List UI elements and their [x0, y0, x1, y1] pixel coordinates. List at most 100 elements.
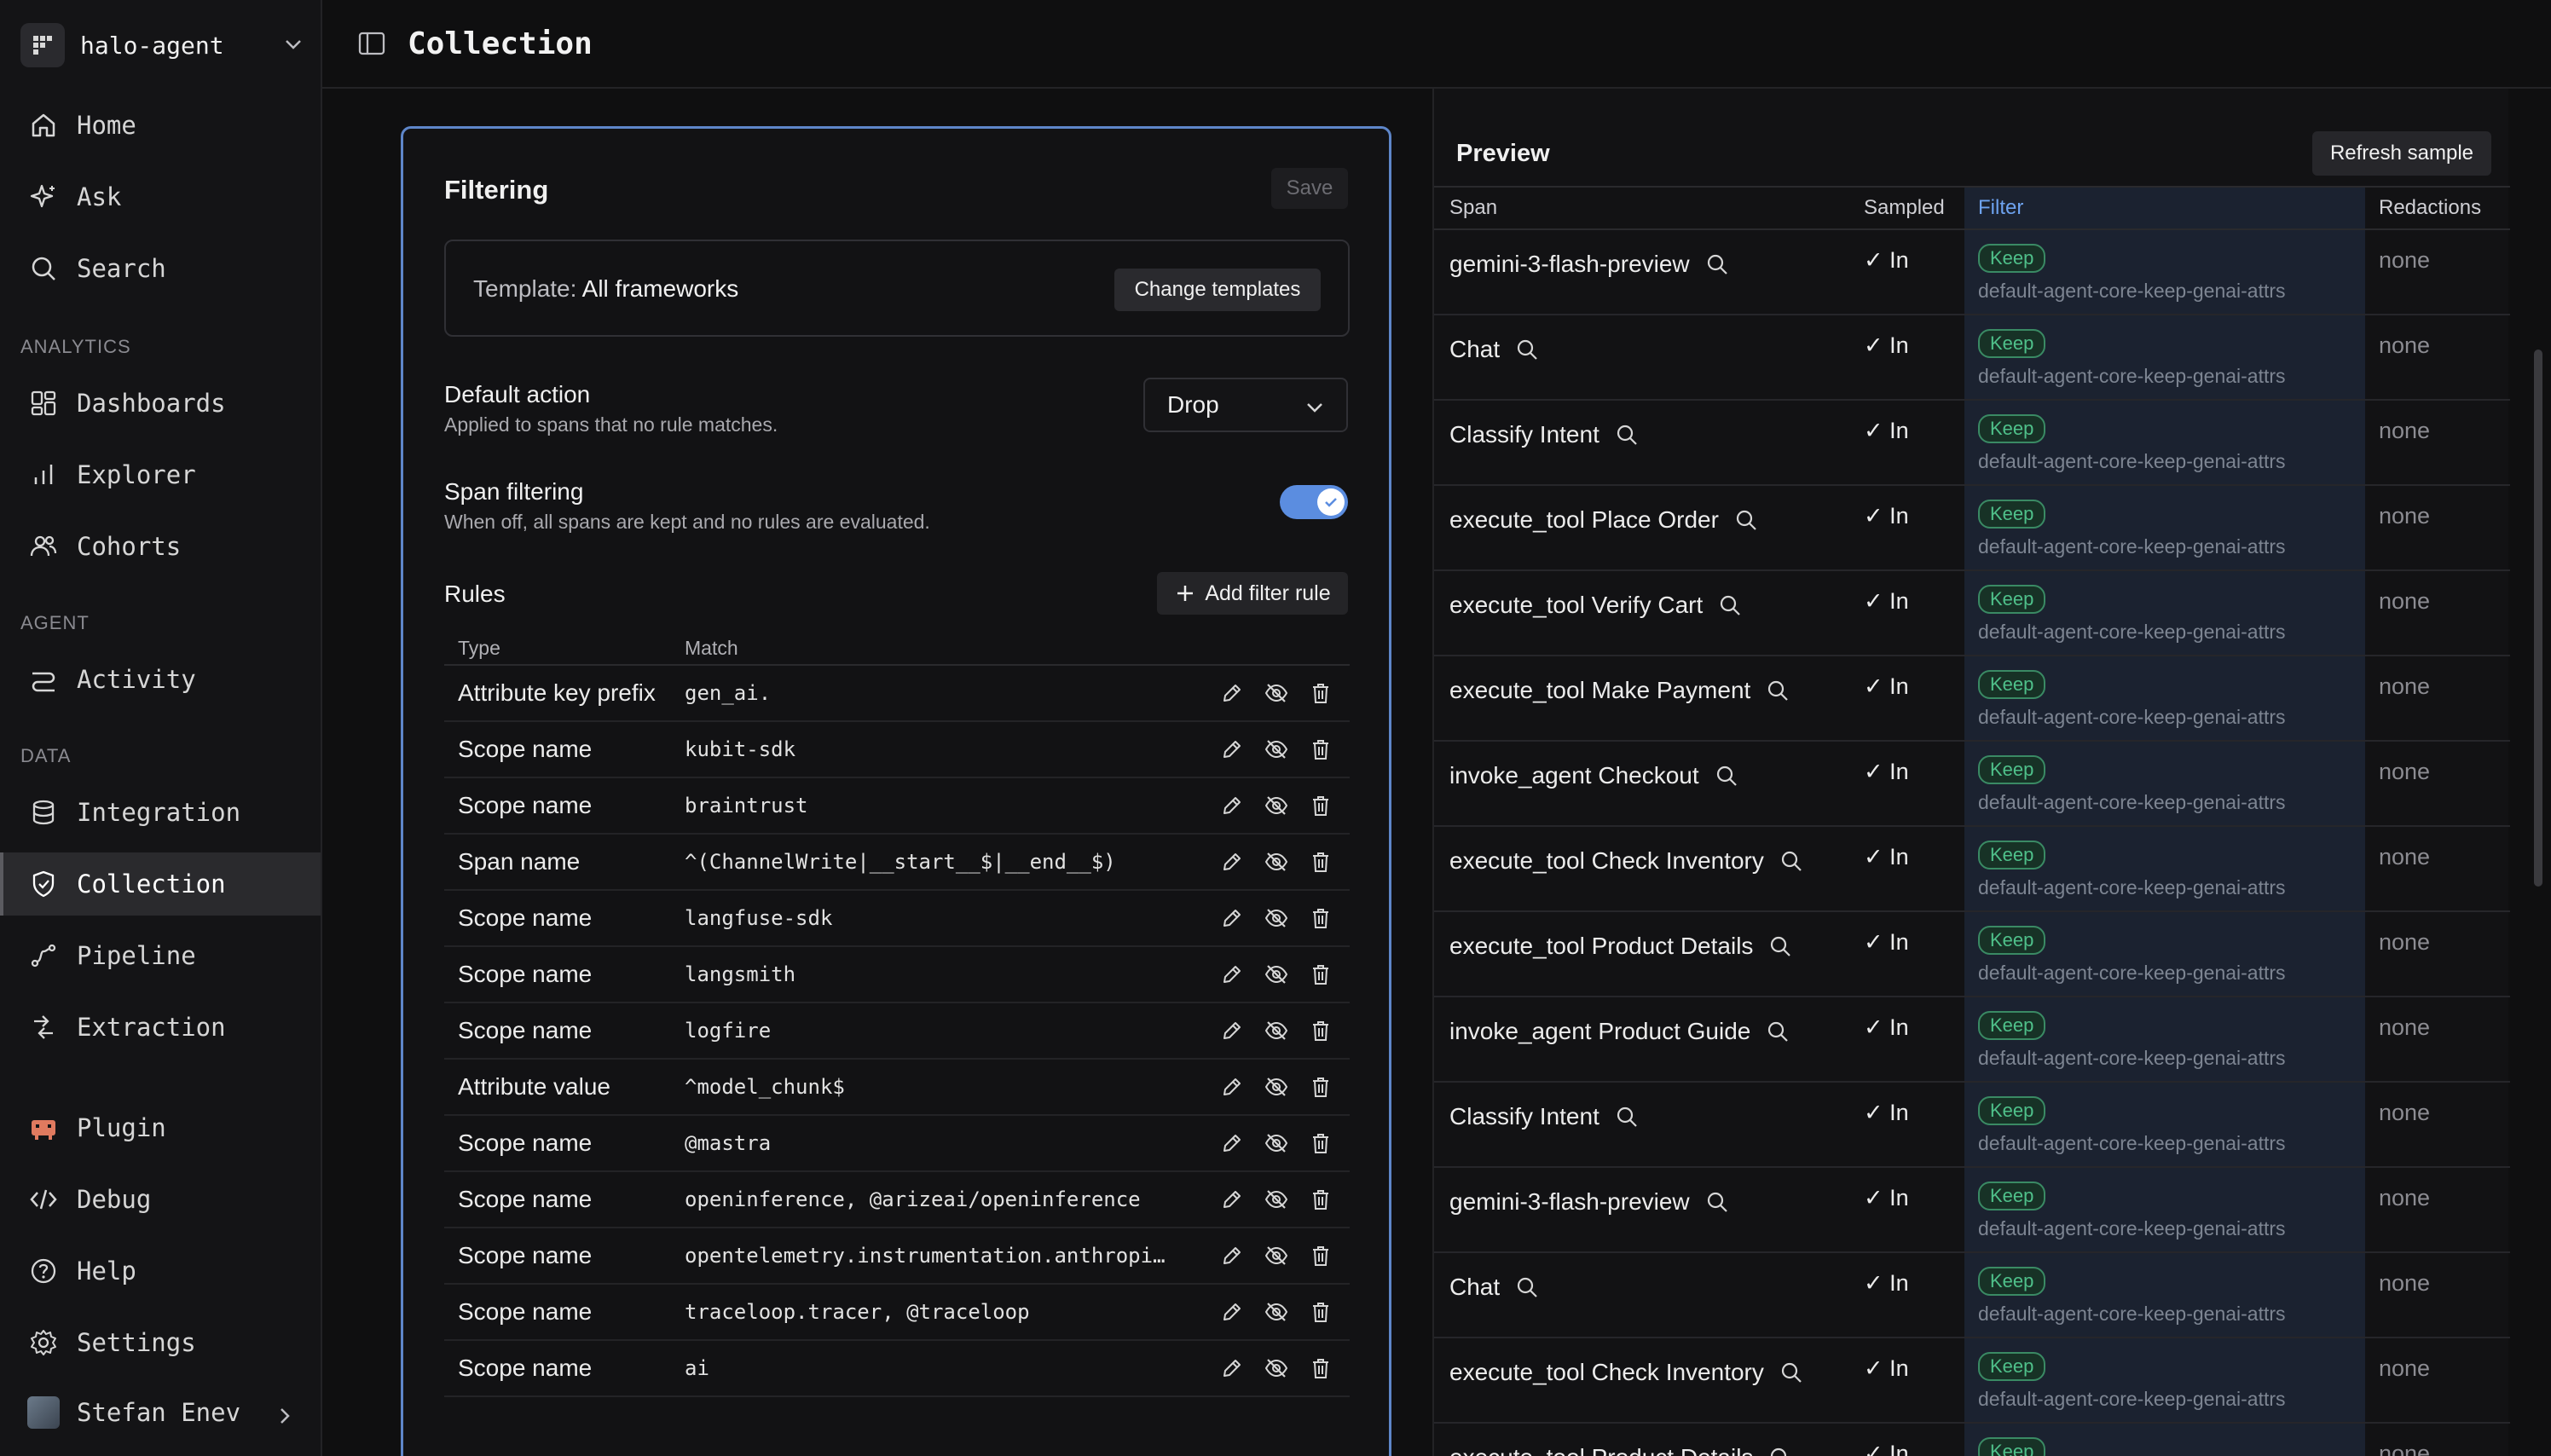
trash-icon[interactable]	[1307, 904, 1334, 932]
col-filter[interactable]: Filter	[1964, 196, 2365, 220]
eye-off-icon[interactable]	[1263, 848, 1290, 875]
span-filtering-toggle[interactable]	[1280, 485, 1348, 519]
scrollbar[interactable]	[2534, 350, 2542, 887]
nav-debug[interactable]: Debug	[0, 1168, 321, 1231]
pencil-icon[interactable]	[1218, 961, 1246, 988]
nav-help[interactable]: Help	[0, 1239, 321, 1303]
sidebar-toggle-icon[interactable]	[356, 28, 387, 59]
col-redactions[interactable]: Redactions	[2365, 196, 2510, 220]
table-row[interactable]: execute_tool Check Inventory ✓ In Keep d…	[1434, 827, 2510, 912]
pencil-icon[interactable]	[1218, 1017, 1246, 1044]
search-icon[interactable]	[1766, 1020, 1790, 1049]
search-icon[interactable]	[1779, 849, 1803, 879]
trash-icon[interactable]	[1307, 792, 1334, 819]
trash-icon[interactable]	[1307, 1130, 1334, 1157]
table-row[interactable]: invoke_agent Product Guide ✓ In Keep def…	[1434, 997, 2510, 1083]
pencil-icon[interactable]	[1218, 792, 1246, 819]
col-sampled[interactable]: Sampled	[1855, 196, 1964, 220]
trash-icon[interactable]	[1307, 1017, 1334, 1044]
nav-integration[interactable]: Integration	[0, 781, 321, 844]
search-icon[interactable]	[1715, 764, 1738, 794]
status-badge: Keep	[1978, 585, 2046, 614]
nav-activity[interactable]: Activity	[0, 648, 321, 711]
trash-icon[interactable]	[1307, 1073, 1334, 1101]
pencil-icon[interactable]	[1218, 1242, 1246, 1269]
trash-icon[interactable]	[1307, 679, 1334, 707]
nav-extraction[interactable]: Extraction	[0, 996, 321, 1059]
eye-off-icon[interactable]	[1263, 792, 1290, 819]
table-row[interactable]: execute_tool Product Details ✓ In Keep d…	[1434, 912, 2510, 997]
workspace-switcher[interactable]: halo-agent	[20, 19, 305, 72]
nav-cohorts[interactable]: Cohorts	[0, 515, 321, 578]
nav-plugin[interactable]: Plugin	[0, 1096, 321, 1159]
table-row[interactable]: Classify Intent ✓ In Keep default-agent-…	[1434, 1083, 2510, 1168]
nav-collection[interactable]: Collection	[0, 852, 321, 916]
trash-icon[interactable]	[1307, 1355, 1334, 1382]
pencil-icon[interactable]	[1218, 1355, 1246, 1382]
save-button[interactable]: Save	[1271, 168, 1348, 209]
table-row[interactable]: invoke_agent Checkout ✓ In Keep default-…	[1434, 742, 2510, 827]
table-row[interactable]: gemini-3-flash-preview ✓ In Keep default…	[1434, 1168, 2510, 1253]
nav-search[interactable]: Search	[0, 237, 321, 300]
trash-icon[interactable]	[1307, 1242, 1334, 1269]
search-icon[interactable]	[1779, 1361, 1803, 1390]
table-row[interactable]: gemini-3-flash-preview ✓ In Keep default…	[1434, 230, 2510, 315]
eye-off-icon[interactable]	[1263, 1186, 1290, 1213]
search-icon[interactable]	[1515, 338, 1539, 367]
eye-off-icon[interactable]	[1263, 1017, 1290, 1044]
trash-icon[interactable]	[1307, 961, 1334, 988]
eye-off-icon[interactable]	[1263, 904, 1290, 932]
trash-icon[interactable]	[1307, 848, 1334, 875]
search-icon[interactable]	[1705, 252, 1729, 282]
search-icon[interactable]	[1766, 679, 1790, 708]
eye-off-icon[interactable]	[1263, 1298, 1290, 1326]
table-row[interactable]: execute_tool Make Payment ✓ In Keep defa…	[1434, 656, 2510, 742]
nav-dashboards[interactable]: Dashboards	[0, 372, 321, 435]
search-icon[interactable]	[1768, 1446, 1792, 1456]
nav-ask[interactable]: Ask	[0, 165, 321, 228]
refresh-sample-button[interactable]: Refresh sample	[2312, 131, 2491, 176]
pencil-icon[interactable]	[1218, 848, 1246, 875]
pencil-icon[interactable]	[1218, 1298, 1246, 1326]
pencil-icon[interactable]	[1218, 679, 1246, 707]
change-templates-button[interactable]: Change templates	[1114, 269, 1321, 311]
search-icon[interactable]	[1734, 508, 1758, 538]
search-icon[interactable]	[1768, 934, 1792, 964]
trash-icon[interactable]	[1307, 1298, 1334, 1326]
search-icon[interactable]	[1705, 1190, 1729, 1220]
redactions-value: none	[2379, 929, 2431, 955]
table-row[interactable]: Classify Intent ✓ In Keep default-agent-…	[1434, 401, 2510, 486]
trash-icon[interactable]	[1307, 736, 1334, 763]
pencil-icon[interactable]	[1218, 904, 1246, 932]
col-span[interactable]: Span	[1434, 196, 1855, 220]
table-row[interactable]: execute_tool Product Details ✓ In Keep d…	[1434, 1424, 2510, 1456]
table-row[interactable]: execute_tool Verify Cart ✓ In Keep defau…	[1434, 571, 2510, 656]
search-icon[interactable]	[1718, 593, 1742, 623]
eye-off-icon[interactable]	[1263, 736, 1290, 763]
table-row[interactable]: Chat ✓ In Keep default-agent-core-keep-g…	[1434, 1253, 2510, 1338]
table-row[interactable]: execute_tool Check Inventory ✓ In Keep d…	[1434, 1338, 2510, 1424]
nav-pipeline[interactable]: Pipeline	[0, 924, 321, 987]
search-icon[interactable]	[1615, 1105, 1639, 1135]
pencil-icon[interactable]	[1218, 1186, 1246, 1213]
default-action-select[interactable]: Drop	[1143, 378, 1348, 432]
user-menu[interactable]: Stefan Enev	[0, 1384, 321, 1441]
pencil-icon[interactable]	[1218, 736, 1246, 763]
eye-off-icon[interactable]	[1263, 961, 1290, 988]
nav-home[interactable]: Home	[0, 94, 321, 157]
table-row[interactable]: Chat ✓ In Keep default-agent-core-keep-g…	[1434, 315, 2510, 401]
eye-off-icon[interactable]	[1263, 1130, 1290, 1157]
pencil-icon[interactable]	[1218, 1073, 1246, 1101]
add-filter-rule-button[interactable]: Add filter rule	[1157, 572, 1348, 615]
nav-explorer[interactable]: Explorer	[0, 443, 321, 506]
trash-icon[interactable]	[1307, 1186, 1334, 1213]
search-icon[interactable]	[1515, 1275, 1539, 1305]
eye-off-icon[interactable]	[1263, 679, 1290, 707]
eye-off-icon[interactable]	[1263, 1242, 1290, 1269]
eye-off-icon[interactable]	[1263, 1073, 1290, 1101]
pencil-icon[interactable]	[1218, 1130, 1246, 1157]
eye-off-icon[interactable]	[1263, 1355, 1290, 1382]
nav-settings[interactable]: Settings	[0, 1311, 321, 1374]
search-icon[interactable]	[1615, 423, 1639, 453]
table-row[interactable]: execute_tool Place Order ✓ In Keep defau…	[1434, 486, 2510, 571]
